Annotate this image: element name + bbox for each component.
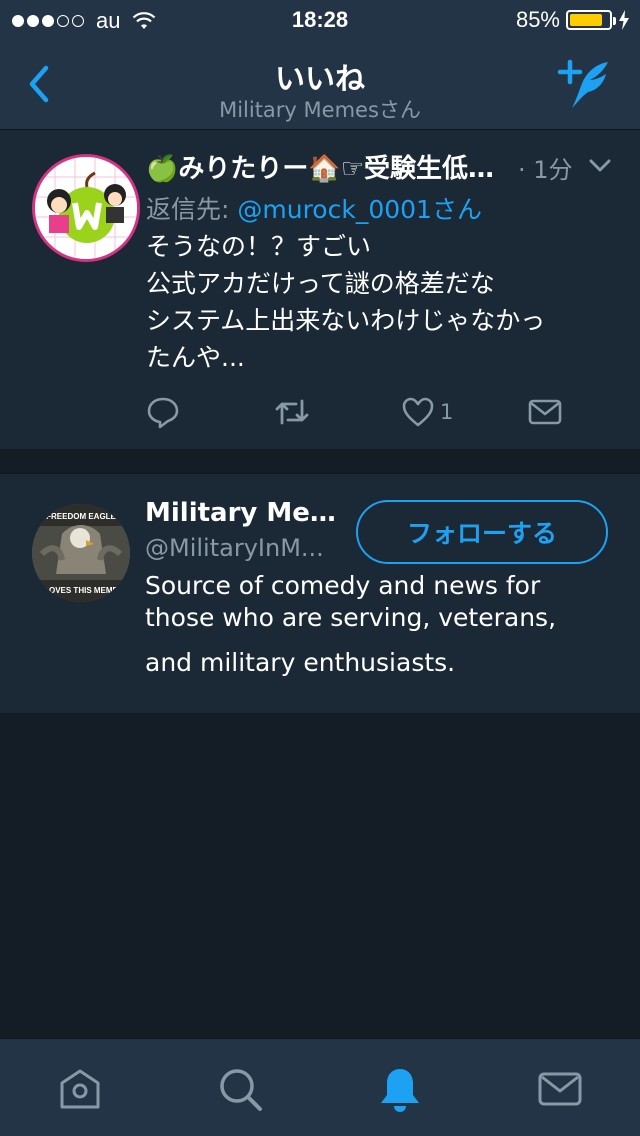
battery-percent: 85% [515, 7, 560, 32]
chevron-down-icon[interactable] [588, 158, 612, 174]
like-count: 1 [440, 400, 454, 424]
tweet-author-name[interactable]: 🍏みりたりー🏠☞受験生低… [146, 148, 526, 185]
bio-line: those who are serving, veterans, [145, 603, 557, 632]
tweet-text-line: たんや... [146, 343, 245, 372]
user-avatar[interactable]: FREEDOM EAGLE LOVES THIS MEME [32, 504, 130, 602]
envelope-icon [528, 399, 562, 425]
tweet-timestamp: · 1分 [518, 156, 573, 184]
user-card[interactable]: FREEDOM EAGLE LOVES THIS MEME Military M… [0, 474, 640, 714]
direct-message-button[interactable] [528, 394, 562, 430]
screen: au 18:28 85% いいね Military Memesさん 🍏みりたりー… [0, 0, 640, 1136]
user-bio: Source of comedy and news for those who … [145, 570, 605, 634]
battery-icon [566, 10, 616, 30]
tweet-item[interactable]: 🍏みりたりー🏠☞受験生低… · 1分 返信先: @murock_0001さん そ… [0, 130, 640, 450]
avatar-eagle-image: FREEDOM EAGLE LOVES THIS MEME [32, 504, 130, 602]
reply-icon [147, 397, 179, 429]
home-icon[interactable] [56, 1065, 104, 1113]
compose-tweet-button[interactable] [556, 56, 614, 112]
bio-line: Source of comedy and news for [145, 571, 541, 600]
battery-level-fill [570, 14, 603, 26]
mail-icon[interactable] [536, 1065, 584, 1113]
user-handle: @MilitaryInM... [145, 534, 324, 562]
retweet-button[interactable] [274, 394, 310, 430]
navigation-header: いいね Military Memesさん [0, 40, 640, 130]
charging-bolt-icon [619, 10, 629, 30]
bio-line: and military enthusiasts. [145, 648, 456, 677]
tweet-text-line: そうなの！？すごい [146, 232, 372, 261]
tweet-text-line: システム上出来ないわけじゃなかっ [146, 306, 546, 335]
like-button[interactable]: 1 [402, 394, 453, 430]
user-display-name[interactable]: Military Mem... [145, 498, 345, 528]
tweet-text: そうなの！？すごい 公式アカだけって謎の格差だな システム上出来ないわけじゃなか… [146, 228, 606, 376]
reply-button[interactable] [146, 394, 180, 430]
avatar-text-bottom: LOVES THIS MEME [44, 586, 118, 595]
page-subtitle: Military Memesさん [219, 98, 421, 122]
avatar-illustration [35, 157, 137, 259]
bell-icon[interactable] [376, 1065, 424, 1113]
status-bar: au 18:28 85% [0, 0, 640, 40]
tweet-author-avatar[interactable] [32, 154, 140, 262]
reply-to-line: 返信先: @murock_0001さん [146, 190, 482, 226]
tab-bar [0, 1038, 640, 1136]
page-title: いいね [275, 62, 365, 97]
follow-button[interactable]: フォローする [356, 500, 608, 564]
retweet-icon [275, 399, 309, 425]
reply-to-link[interactable]: @murock_0001さん [237, 195, 482, 224]
tweet-actions: 1 [146, 394, 606, 430]
avatar-text-top: FREEDOM EAGLE [46, 512, 116, 521]
reply-prefix: 返信先: [146, 195, 238, 224]
search-icon[interactable] [216, 1065, 264, 1113]
tweet-text-line: 公式アカだけって謎の格差だな [146, 269, 495, 298]
heart-icon [402, 397, 434, 427]
section-divider [0, 450, 640, 474]
status-right: 85% [516, 7, 630, 33]
